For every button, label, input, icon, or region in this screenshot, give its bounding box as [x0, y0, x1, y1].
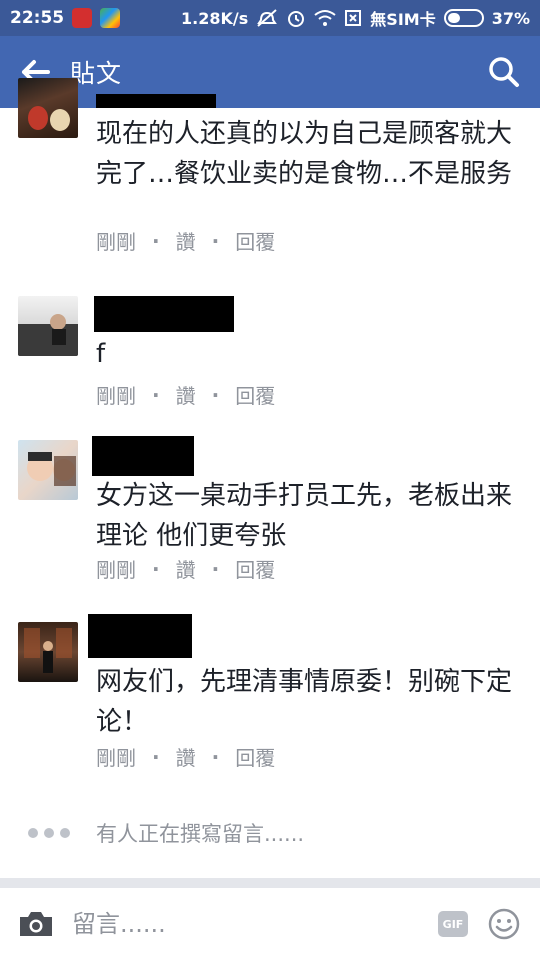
wifi-icon: [314, 9, 336, 27]
emoji-button[interactable]: [468, 888, 540, 960]
avatar[interactable]: [18, 78, 78, 138]
comment-time: 剛剛: [96, 384, 136, 408]
play-store-icon: [100, 8, 121, 28]
avatar[interactable]: [18, 296, 78, 356]
reply-button[interactable]: 回覆: [235, 226, 275, 255]
comment-text: f: [96, 339, 106, 369]
no-sim-icon: [344, 9, 362, 27]
comment-input[interactable]: [72, 910, 372, 938]
like-button[interactable]: 讚: [176, 554, 196, 583]
separator-dot: ·: [211, 228, 220, 253]
battery-icon: [443, 9, 484, 27]
notification-app-icon: [72, 8, 93, 28]
comment-actions: 剛剛 · 讚 · 回覆: [96, 226, 275, 255]
comment-text: 网友们，先理清事情原委！别碗下定论！: [96, 667, 513, 737]
redacted-name: [96, 94, 216, 108]
separator-dot: ·: [211, 556, 220, 581]
status-bar: 22:55 1.28K/s 無SIM卡 37%: [0, 0, 540, 36]
redacted-name: [88, 614, 192, 658]
camera-button[interactable]: [0, 888, 72, 960]
reply-button[interactable]: 回覆: [235, 554, 275, 583]
battery-level: 37%: [491, 8, 530, 28]
status-time: 22:55: [10, 8, 65, 28]
gif-button[interactable]: GIF: [438, 911, 468, 937]
separator-dot: ·: [211, 744, 220, 769]
like-button[interactable]: 讚: [176, 380, 196, 409]
typing-indicator: 有人正在撰寫留言......: [28, 818, 304, 848]
separator-dot: ·: [152, 382, 160, 407]
comment-time: 剛剛: [96, 746, 136, 770]
carrier-label: 無SIM卡: [370, 10, 436, 29]
alarm-icon: [286, 8, 306, 28]
avatar[interactable]: [18, 622, 78, 682]
redacted-name: [94, 296, 234, 332]
search-button[interactable]: [468, 36, 540, 108]
separator-dot: ·: [152, 556, 160, 581]
comment-actions: 剛剛 · 讚 · 回覆: [96, 554, 275, 583]
like-button[interactable]: 讚: [176, 742, 196, 771]
network-speed: 1.28K/s: [181, 8, 249, 28]
comment-time: 剛剛: [96, 230, 136, 254]
comment-time: 剛剛: [96, 558, 136, 582]
emoji-icon: [488, 908, 520, 940]
comment-text: 女方这一桌动手打员工先，老板出来理论 他们更夸张: [96, 481, 513, 551]
like-button[interactable]: 讚: [176, 226, 196, 255]
divider: [0, 878, 540, 888]
search-icon: [489, 57, 519, 87]
typing-text: 有人正在撰寫留言......: [96, 822, 305, 846]
comment-actions: 剛剛 · 讚 · 回覆: [96, 380, 275, 409]
separator-dot: ·: [152, 228, 160, 253]
mute-icon: [256, 8, 278, 28]
separator-dot: ·: [211, 382, 220, 407]
avatar[interactable]: [18, 440, 78, 500]
comment-composer: GIF: [0, 888, 540, 960]
separator-dot: ·: [152, 744, 160, 769]
reply-button[interactable]: 回覆: [235, 742, 275, 771]
typing-dots-icon: [28, 828, 96, 838]
app-bar: 貼文: [0, 36, 540, 108]
comment-text: 现在的人还真的以为自己是顾客就大完了…餐饮业卖的是食物…不是服务: [96, 119, 513, 189]
reply-button[interactable]: 回覆: [235, 380, 275, 409]
comment-actions: 剛剛 · 讚 · 回覆: [96, 742, 275, 771]
redacted-name: [92, 436, 194, 476]
camera-icon: [20, 912, 52, 936]
